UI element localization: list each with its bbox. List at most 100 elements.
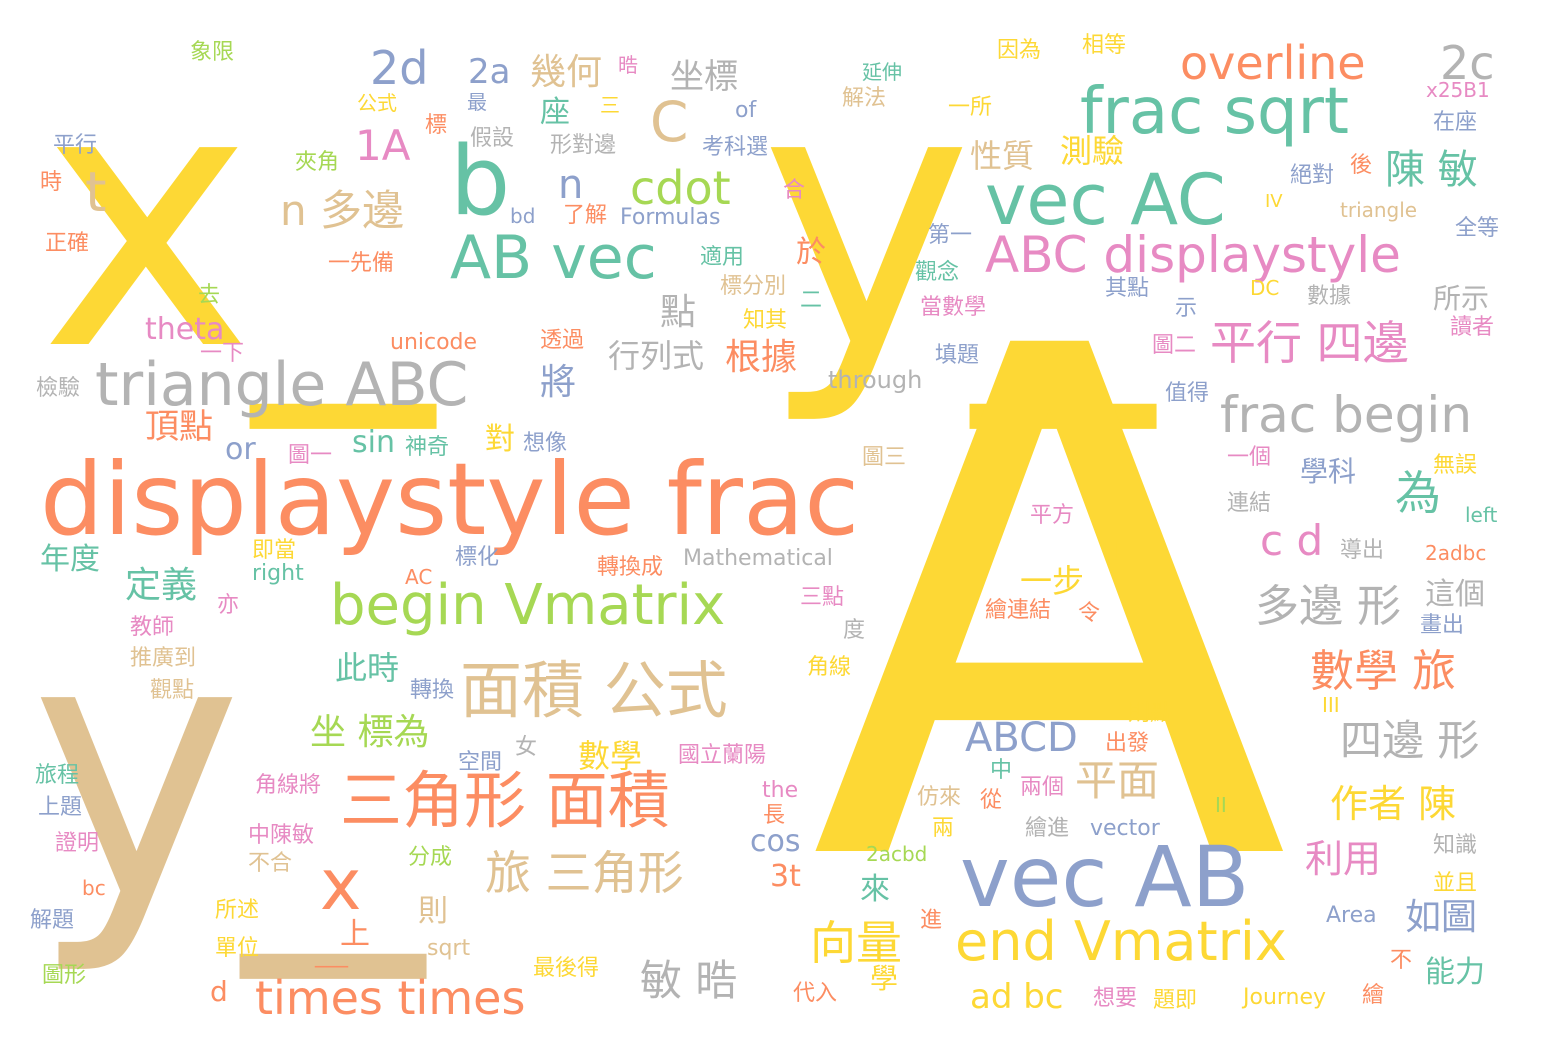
word-cjk-170: 上題 (38, 795, 83, 820)
word-cjk-163: 女 (515, 735, 538, 760)
word-cjk-147: 標化 (455, 545, 500, 570)
word-cjk-100: 解法 (842, 86, 887, 111)
word-cjk-66: 來 (860, 872, 890, 907)
word-cjk-195: 繪 (1362, 983, 1385, 1008)
word-cos: cos (750, 824, 801, 859)
word-n: n (558, 162, 584, 208)
word-cjk-98: 因為 (997, 38, 1042, 63)
word-cjk-133: 透過 (540, 328, 585, 353)
word-cjk-50: 坐 標為 (310, 712, 430, 753)
word-cjk-45: 能力 (1425, 955, 1485, 990)
word-cjk-151: 度 (843, 618, 866, 643)
word-2acbd: 2acbd (866, 842, 928, 866)
word-ii: II (1215, 793, 1227, 817)
word-cjk-61: 頂點 (145, 407, 213, 447)
word-cjk-122: 觀念 (915, 260, 960, 285)
word-cjk-177: 兩 (932, 816, 955, 841)
word-cjk-178: 繪進 (1025, 816, 1070, 841)
word-cjk-31: 平行 四邊 (1210, 316, 1409, 370)
word-cjk-191: 代入 (793, 981, 838, 1006)
word-cjk-102: 最 (467, 90, 487, 114)
word-abcd: ABCD (965, 715, 1078, 761)
word-cjk-25: 坐標 (670, 57, 738, 97)
word-cjk-192: 學 (870, 962, 899, 995)
word-cjk-129: 示 (1175, 296, 1198, 321)
word-cjk-103: 三 (600, 93, 620, 117)
word-cjk-70: 對 (485, 422, 515, 457)
word-displaystyle-frac: displaystyle frac (40, 441, 860, 558)
word-cjk-158: 觀點 (150, 678, 195, 703)
word-cjk-138: 神奇 (405, 435, 450, 460)
word-cjk-11: 三角形 面積 (340, 764, 670, 837)
word-cjk-107: 形對邊 (550, 133, 617, 158)
word-cjk-165: 國立蘭陽 (678, 743, 767, 768)
word-cjk-150: 三點 (800, 585, 845, 610)
word-x: x (320, 844, 362, 926)
word-n: n 多邊 (280, 186, 404, 235)
word-cjk-121: 適用 (700, 245, 745, 270)
word-cjk-124: 數據 (1307, 284, 1352, 309)
word-cjk-46: 旅 三角形 (485, 846, 684, 900)
word-cjk-97: 延伸 (862, 60, 902, 84)
word-cjk-95: 象限 (190, 40, 235, 65)
word-abc-displaystyle: ABC displaystyle (985, 226, 1401, 284)
word-cjk-105: 標 (425, 113, 448, 138)
word-cjk-126: 標分別 (720, 274, 787, 299)
word-cjk-160: 角線 (807, 655, 852, 680)
word-cjk-123: 其點 (1105, 276, 1150, 301)
word-cjk-37: 數學 旅 (1310, 646, 1456, 697)
word-2adbc: 2adbc (1425, 541, 1487, 565)
word-cjk-157: 推廣到 (130, 646, 197, 671)
word-cjk-164: 空間 (458, 750, 503, 775)
word-cjk-139: 想像 (523, 431, 568, 456)
word-cjk-120: 一先備 (328, 251, 395, 276)
word-sqrt: sqrt (427, 936, 471, 961)
word-cjk-149: 導出 (1340, 538, 1385, 563)
word-times-times: times times (255, 971, 526, 1025)
word-cjk-135: 圖二 (1152, 333, 1197, 358)
word-end-vmatrix: end Vmatrix (955, 910, 1287, 973)
word-d: d (210, 975, 228, 1008)
word-cjk-130: 知其 (743, 308, 788, 333)
word-frac-begin: frac begin (1220, 386, 1473, 444)
word-cjk-52: 此時 (335, 649, 400, 687)
word-cjk-41: 平面 (1075, 756, 1160, 805)
word-cjk-141: 圖三 (862, 445, 907, 470)
word-cjk-112: 時 (40, 170, 63, 195)
word-ab-vec: AB vec (450, 223, 657, 293)
word-cjk-148: 轉換成 (597, 555, 664, 580)
word-cjk-162: 則點 (1128, 701, 1173, 726)
word-mathematical: Mathematical (683, 546, 833, 571)
word-cjk-166: 出發 (1105, 731, 1150, 756)
word-cjk-109: 一所 (948, 95, 993, 120)
word-cloud: x_ y_ y_ Adisplaystyle frac vec AB vec AC frac… (0, 0, 1548, 1052)
word-cjk-116: 了解 (563, 203, 608, 228)
word-cjk-48: 敏 晧 (640, 956, 738, 1005)
word-cjk-73: 這個 (1425, 577, 1485, 612)
word-vector: vector (1090, 816, 1160, 841)
word-cjk-184: 解題 (30, 908, 75, 933)
word-c-d: c d (1260, 516, 1324, 565)
word-unicode: unicode (390, 330, 478, 355)
word-ad-bc: ad bc (970, 977, 1064, 1017)
word-cjk-55: 將 (540, 362, 577, 403)
word-iii: III (1322, 693, 1340, 717)
word-cjk-24: 幾何 (530, 52, 603, 93)
word-or: or (225, 432, 256, 467)
word-i: I (1115, 538, 1121, 562)
word-1a: 1A (355, 121, 411, 170)
word-cjk-117: 第一 (928, 223, 973, 248)
word-cjk-182: 知識 (1433, 833, 1478, 858)
word-cjk-119: 正確 (45, 231, 90, 256)
word-cjk-172: 兩個 (1020, 775, 1065, 800)
word-vec-ac: vec AC (985, 159, 1226, 241)
word-journey: Journey (1243, 985, 1327, 1010)
word-cjk-118: 全等 (1455, 216, 1500, 241)
word-cjk-74: 學科 (1300, 455, 1357, 488)
word-cjk-99: 相等 (1082, 33, 1127, 58)
word-cjk-115: 合 (783, 178, 806, 203)
word-cjk-32: 陳 敏 (1385, 147, 1478, 193)
word-cjk-167: 旅程 (35, 763, 80, 788)
word-cjk-113: 絕對 (1290, 163, 1335, 188)
word-cjk-12: 面積 公式 (460, 654, 728, 727)
